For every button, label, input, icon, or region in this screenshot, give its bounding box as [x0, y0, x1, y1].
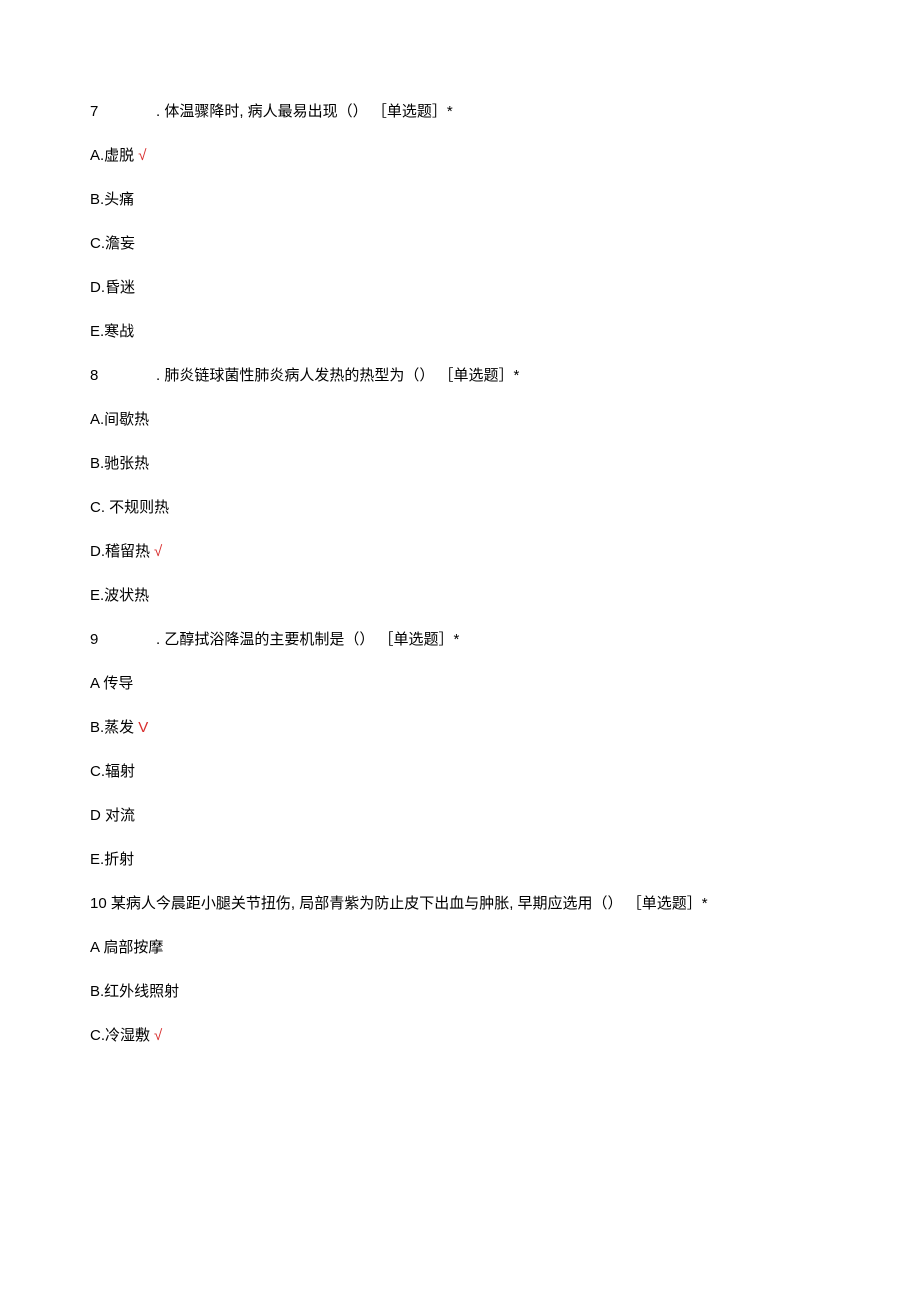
question-block: 7. 体温骤降时, 病人最易出现（） ［单选题］* A.虚脱√ B.头痛 C.澹妄 D.… — [90, 100, 830, 344]
question-stem: . 乙醇拭浴降温的主要机制是（） ［单选题］* — [156, 628, 459, 652]
question-block: 8. 肺炎链球菌性肺炎病人发热的热型为（） ［单选题］* A.间歇热 B.驰张热 C.… — [90, 364, 830, 608]
answer-option: E.波状热 — [90, 584, 830, 608]
answer-option: C. 不规则热 — [90, 496, 830, 520]
option-label: B.驰张热 — [90, 455, 149, 472]
answer-option: B.蒸发V — [90, 716, 830, 740]
option-label: C.辐射 — [90, 763, 135, 780]
option-label: A 扃部按摩 — [90, 939, 163, 956]
correct-mark-icon: V — [138, 719, 148, 736]
option-label: D.稽留热 — [90, 543, 150, 560]
answer-option: B.驰张热 — [90, 452, 830, 476]
option-label: E.寒战 — [90, 323, 134, 340]
answer-option: D.稽留热√ — [90, 540, 830, 564]
option-label: C. 不规则热 — [90, 499, 169, 516]
answer-option: B.头痛 — [90, 188, 830, 212]
question-text: 7. 体温骤降时, 病人最易出现（） ［单选题］* — [90, 100, 830, 124]
answer-option: A.虚脱√ — [90, 144, 830, 168]
answer-option: C.辐射 — [90, 760, 830, 784]
question-stem: . 体温骤降时, 病人最易出现（） ［单选题］* — [156, 100, 453, 124]
option-label: D.昏迷 — [90, 279, 135, 296]
question-full-text: 10 某病人今晨距小腿关节扭伤, 局部青紫为防止皮下出血与肿胀, 早期应选用（）… — [90, 895, 708, 912]
option-label: A.虚脱 — [90, 147, 134, 164]
answer-option: A 传导 — [90, 672, 830, 696]
correct-mark-icon: √ — [138, 147, 146, 164]
option-label: D 对流 — [90, 807, 135, 824]
question-stem: . 肺炎链球菌性肺炎病人发热的热型为（） ［单选题］* — [156, 364, 519, 388]
correct-mark-icon: √ — [154, 543, 162, 560]
question-number: 8 — [90, 364, 156, 388]
option-label: B.红外线照射 — [90, 983, 179, 1000]
answer-option: A 扃部按摩 — [90, 936, 830, 960]
option-label: A.间歇热 — [90, 411, 149, 428]
question-text: 9. 乙醇拭浴降温的主要机制是（） ［单选题］* — [90, 628, 830, 652]
answer-option: B.红外线照射 — [90, 980, 830, 1004]
quiz-container: 7. 体温骤降时, 病人最易出现（） ［单选题］*A.虚脱√B.头痛C.澹妄D.… — [90, 100, 830, 1048]
option-label: A 传导 — [90, 675, 133, 692]
question-number: 9 — [90, 628, 156, 652]
answer-option: D 对流 — [90, 804, 830, 828]
option-label: E.波状热 — [90, 587, 149, 604]
answer-option: C.冷湿敷√ — [90, 1024, 830, 1048]
question-text: 10 某病人今晨距小腿关节扭伤, 局部青紫为防止皮下出血与肿胀, 早期应选用（）… — [90, 892, 830, 916]
correct-mark-icon: √ — [154, 1027, 162, 1044]
option-label: E.折射 — [90, 851, 134, 868]
option-label: B.蒸发 — [90, 719, 134, 736]
answer-option: A.间歇热 — [90, 408, 830, 432]
question-block: 9. 乙醇拭浴降温的主要机制是（） ［单选题］* A 传导 B.蒸发V C.辐射 D 对… — [90, 628, 830, 872]
question-text: 8. 肺炎链球菌性肺炎病人发热的热型为（） ［单选题］* — [90, 364, 830, 388]
question-block: 10 某病人今晨距小腿关节扭伤, 局部青紫为防止皮下出血与肿胀, 早期应选用（）… — [90, 892, 830, 1048]
option-label: C.冷湿敷 — [90, 1027, 150, 1044]
answer-option: C.澹妄 — [90, 232, 830, 256]
answer-option: E.折射 — [90, 848, 830, 872]
answer-option: D.昏迷 — [90, 276, 830, 300]
question-number: 7 — [90, 100, 156, 124]
answer-option: E.寒战 — [90, 320, 830, 344]
option-label: B.头痛 — [90, 191, 134, 208]
option-label: C.澹妄 — [90, 235, 135, 252]
